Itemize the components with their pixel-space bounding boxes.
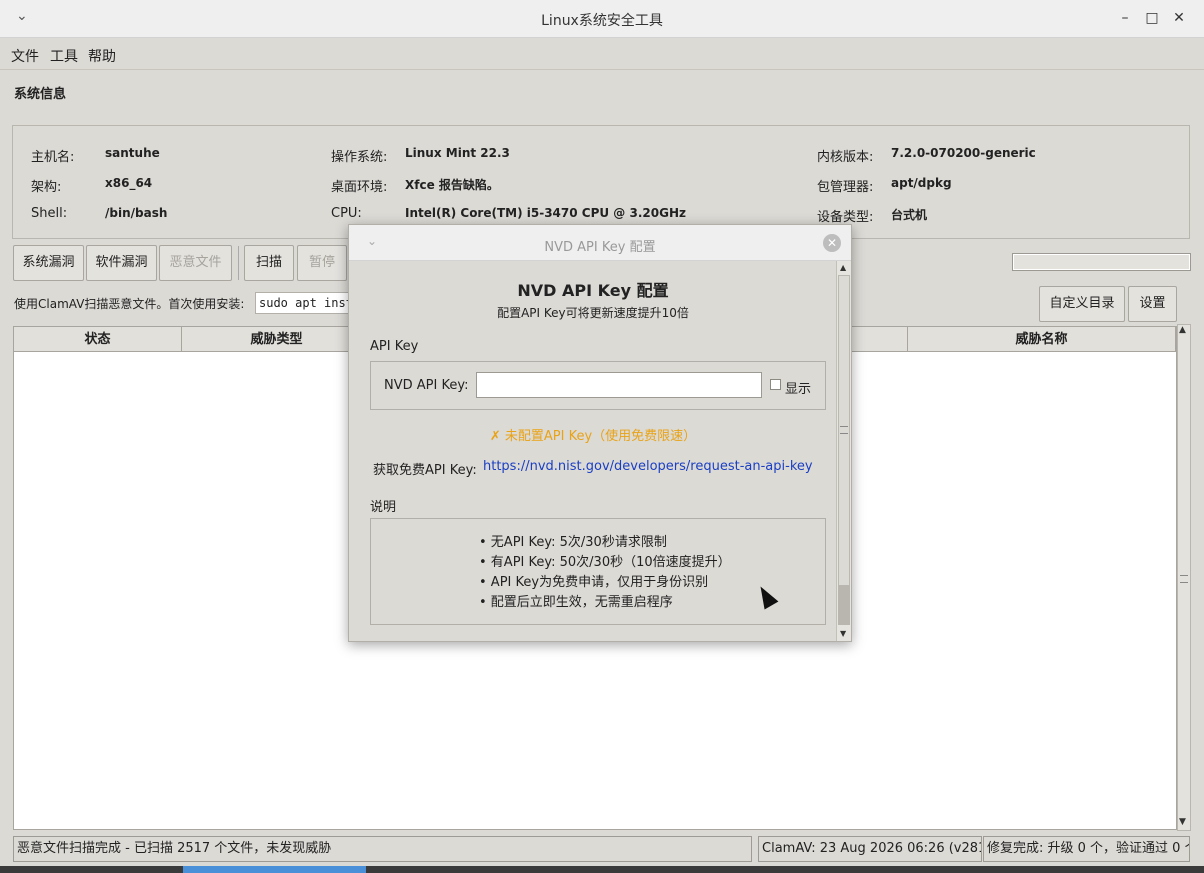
status-repair-result: 修复完成: 升级 0 个，验证通过 0 个 bbox=[983, 836, 1190, 862]
scroll-grip-icon[interactable] bbox=[1180, 575, 1188, 583]
pkg-label: 包管理器: bbox=[817, 180, 874, 195]
dialog-scroll-down-icon[interactable]: ▼ bbox=[840, 629, 846, 638]
dialog-title: NVD API Key 配置 bbox=[544, 240, 656, 255]
scan-progress-bar bbox=[1012, 253, 1191, 271]
notes-label: 说明 bbox=[370, 500, 397, 515]
nvd-api-key-label: NVD API Key: bbox=[384, 378, 469, 393]
system-info-panel: 主机名: santuhe 架构: x86_64 Shell: /bin/bash… bbox=[12, 125, 1190, 239]
software-vuln-button[interactable]: 软件漏洞 bbox=[86, 245, 157, 281]
shell-label: Shell: bbox=[31, 206, 68, 221]
nvd-api-key-input[interactable] bbox=[476, 372, 762, 398]
show-key-label: 显示 bbox=[785, 382, 812, 397]
device-value: 台式机 bbox=[891, 208, 928, 222]
custom-dir-button[interactable]: 自定义目录 bbox=[1039, 286, 1125, 322]
taskbar-active-indicator bbox=[183, 866, 366, 873]
dialog-scroll-grip-icon[interactable] bbox=[840, 426, 848, 434]
dialog-subtitle: 配置API Key可将更新速度提升10倍 bbox=[497, 306, 689, 320]
maximize-icon[interactable]: □ bbox=[1141, 8, 1163, 28]
hostname-value: santuhe bbox=[105, 146, 160, 160]
taskbar-strip bbox=[0, 866, 1204, 873]
clamav-hint: 使用ClamAV扫描恶意文件。首次使用安装: bbox=[14, 297, 245, 311]
minimize-icon[interactable]: – bbox=[1114, 8, 1136, 28]
system-vuln-button[interactable]: 系统漏洞 bbox=[13, 245, 84, 281]
dialog-close-icon[interactable]: ✕ bbox=[823, 234, 841, 252]
dialog-titlebar: ⌄ NVD API Key 配置 ✕ bbox=[349, 225, 851, 261]
arch-value: x86_64 bbox=[105, 176, 153, 190]
install-command-field[interactable]: sudo apt install clamav bbox=[255, 292, 355, 314]
shell-value: /bin/bash bbox=[105, 206, 168, 220]
dialog-scroll-track[interactable] bbox=[838, 275, 850, 625]
window-title: Linux系统安全工具 bbox=[541, 13, 663, 29]
cpu-label: CPU: bbox=[331, 206, 362, 221]
api-key-group-label: API Key bbox=[370, 339, 419, 354]
pause-button[interactable]: 暂停 bbox=[297, 245, 347, 281]
scan-button[interactable]: 扫描 bbox=[244, 245, 294, 281]
menu-bar: 文件 工具 帮助 bbox=[0, 38, 1204, 70]
column-status[interactable]: 状态 bbox=[14, 327, 182, 352]
note-item: • 有API Key: 50次/30秒（10倍速度提升） bbox=[479, 555, 731, 570]
note-item: • 无API Key: 5次/30秒请求限制 bbox=[479, 535, 667, 550]
toolbar-separator bbox=[238, 246, 239, 280]
column-threat-type[interactable]: 威胁类型 bbox=[182, 327, 372, 352]
kernel-label: 内核版本: bbox=[817, 150, 874, 165]
scroll-down-icon[interactable]: ▼ bbox=[1179, 817, 1186, 827]
dialog-scroll-thumb[interactable] bbox=[838, 585, 850, 625]
pkg-value: apt/dpkg bbox=[891, 176, 952, 190]
dialog-scroll-up-icon[interactable]: ▲ bbox=[840, 263, 846, 272]
hostname-label: 主机名: bbox=[31, 150, 75, 165]
show-key-checkbox[interactable] bbox=[770, 379, 781, 390]
desktop-value: Xfce 报告缺陷。 bbox=[405, 178, 499, 192]
menu-tools[interactable]: 工具 bbox=[50, 46, 78, 66]
os-label: 操作系统: bbox=[331, 150, 388, 165]
device-label: 设备类型: bbox=[817, 210, 874, 225]
note-item: • API Key为免费申请，仅用于身份识别 bbox=[479, 575, 709, 590]
close-icon[interactable]: ✕ bbox=[1168, 8, 1190, 28]
settings-button[interactable]: 设置 bbox=[1128, 286, 1177, 322]
menu-file[interactable]: 文件 bbox=[11, 46, 39, 66]
scroll-up-icon[interactable]: ▲ bbox=[1179, 325, 1186, 335]
kernel-value: 7.2.0-070200-generic bbox=[891, 146, 1036, 160]
os-value: Linux Mint 22.3 bbox=[405, 146, 510, 160]
notes-list: • 无API Key: 5次/30秒请求限制 • 有API Key: 50次/3… bbox=[479, 533, 731, 613]
menu-help[interactable]: 帮助 bbox=[88, 46, 116, 66]
api-key-warning: ✗ 未配置API Key（使用免费限速） bbox=[489, 429, 697, 444]
system-info-title: 系统信息 bbox=[14, 87, 67, 102]
status-bar: 恶意文件扫描完成 - 已扫描 2517 个文件，未发现威胁 ClamAV: 23… bbox=[0, 836, 1204, 864]
cpu-value: Intel(R) Core(TM) i5-3470 CPU @ 3.20GHz bbox=[405, 206, 686, 220]
malware-button[interactable]: 恶意文件 bbox=[159, 245, 232, 281]
arch-label: 架构: bbox=[31, 180, 62, 195]
window-titlebar: ⌄ Linux系统安全工具 – □ ✕ bbox=[0, 0, 1204, 38]
nvd-api-key-dialog: ⌄ NVD API Key 配置 ✕ NVD API Key 配置 配置API … bbox=[348, 224, 852, 642]
table-scrollbar[interactable]: ▲ ▼ bbox=[1177, 324, 1191, 831]
status-clamav-version: ClamAV: 23 Aug 2026 06:26 (v28101) bbox=[758, 836, 982, 862]
desktop-label: 桌面环境: bbox=[331, 180, 388, 195]
note-item: • 配置后立即生效，无需重启程序 bbox=[479, 595, 673, 610]
dialog-scrollbar[interactable]: ▲ ▼ bbox=[836, 261, 851, 641]
status-scan-result: 恶意文件扫描完成 - 已扫描 2517 个文件，未发现威胁 bbox=[13, 836, 752, 862]
dialog-heading: NVD API Key 配置 bbox=[517, 281, 669, 300]
api-key-link[interactable]: https://nvd.nist.gov/developers/request-… bbox=[483, 459, 813, 474]
column-threat-name[interactable]: 威胁名称 bbox=[908, 327, 1176, 352]
get-api-key-label: 获取免费API Key: bbox=[373, 463, 477, 478]
